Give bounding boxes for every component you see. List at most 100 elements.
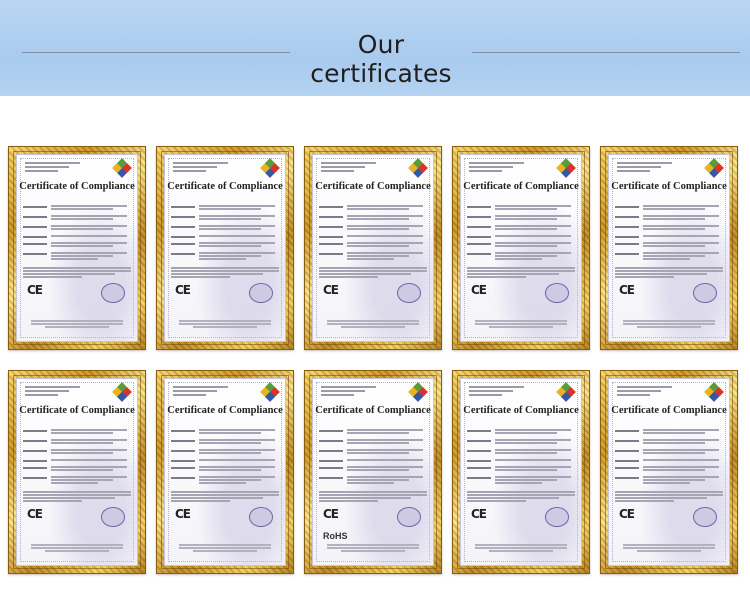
certificate-image[interactable]: Certificate of Compliance CE: [8, 370, 146, 574]
certificate-title: Certificate of Compliance: [315, 405, 431, 416]
certificate-title: Certificate of Compliance: [167, 405, 283, 416]
seal-stamp-icon: [545, 507, 569, 527]
certificate-image[interactable]: Certificate of Compliance CE: [304, 146, 442, 350]
certificate-footer: [327, 320, 419, 329]
issuer-header: [617, 162, 672, 174]
certificate-field: [615, 242, 723, 248]
certificate-field: [171, 466, 279, 472]
certification-logo-icon: [408, 382, 428, 402]
certificate-image[interactable]: Certificate of Compliance CE: [452, 146, 590, 350]
certificate-field: [171, 476, 279, 485]
certificate-footer: [623, 320, 715, 329]
certificate-footer: [623, 544, 715, 553]
certificate-fields: [615, 205, 723, 265]
issuer-header: [617, 386, 672, 398]
certificate-image[interactable]: Certificate of Compliance CE: [600, 370, 738, 574]
certificate-field: [319, 439, 427, 445]
certificate-field: [171, 215, 279, 221]
certificate-statement: [319, 491, 427, 503]
certificate-footer: [31, 320, 123, 329]
certificate-image[interactable]: Certificate of Compliance CE: [452, 370, 590, 574]
certificate-field: [23, 466, 131, 472]
certificate-fields: [171, 205, 279, 265]
certificate-image[interactable]: Certificate of Compliance CE: [156, 146, 294, 350]
certificate-footer: [179, 544, 271, 553]
certification-logo-icon: [408, 158, 428, 178]
certificate-statement: [467, 267, 575, 279]
certification-logo-icon: [112, 158, 132, 178]
seal-stamp-icon: [101, 283, 125, 303]
certificate-field: [171, 429, 279, 435]
certification-logo-icon: [112, 382, 132, 402]
certificate-field: [23, 449, 131, 455]
ce-mark: CE: [27, 283, 43, 297]
issuer-header: [469, 162, 524, 174]
certificate-field: [615, 225, 723, 231]
certificate-field: [615, 476, 723, 485]
issuer-header: [173, 386, 228, 398]
certificate-field: [615, 449, 723, 455]
certificate-field: [23, 429, 131, 435]
certificate-field: [615, 466, 723, 472]
seal-stamp-icon: [693, 507, 717, 527]
certificate-field: [467, 439, 575, 445]
certificate-image[interactable]: Certificate of Compliance CE: [156, 370, 294, 574]
seal-stamp-icon: [397, 283, 421, 303]
certificate-field: [23, 252, 131, 261]
rohs-mark: RoHS: [323, 531, 348, 541]
certificate-field: [467, 205, 575, 211]
certificate-statement: [467, 491, 575, 503]
certificate-field: [319, 449, 427, 455]
certificate-statement: [615, 267, 723, 279]
certificate-image[interactable]: Certificate of Compliance CE: [8, 146, 146, 350]
certificate-paper: Certificate of Compliance CE RoHS: [312, 378, 434, 566]
certificate-footer: [327, 544, 419, 553]
certificate-image[interactable]: Certificate of Compliance CE RoHS: [304, 370, 442, 574]
certificate-paper: Certificate of Compliance CE: [608, 154, 730, 342]
certificate-field: [615, 429, 723, 435]
certificate-title: Certificate of Compliance: [463, 181, 579, 192]
certificate-fields: [171, 429, 279, 489]
certification-logo-icon: [704, 158, 724, 178]
certificate-field: [171, 252, 279, 261]
certificate-footer: [179, 320, 271, 329]
certificate-paper: Certificate of Compliance CE: [16, 378, 138, 566]
ce-mark: CE: [175, 283, 191, 297]
certificate-fields: [319, 205, 427, 265]
certificate-statement: [171, 491, 279, 503]
seal-stamp-icon: [249, 507, 273, 527]
certificate-field: [467, 225, 575, 231]
certificate-image[interactable]: Certificate of Compliance CE: [600, 146, 738, 350]
certificate-field: [615, 205, 723, 211]
issuer-header: [321, 162, 376, 174]
certificate-field: [23, 476, 131, 485]
certificate-field: [319, 429, 427, 435]
certificate-field: [467, 449, 575, 455]
certificate-paper: Certificate of Compliance CE: [164, 154, 286, 342]
certificate-title: Certificate of Compliance: [167, 181, 283, 192]
certificate-field: [467, 215, 575, 221]
issuer-header: [469, 386, 524, 398]
certificate-fields: [23, 205, 131, 265]
certification-logo-icon: [260, 158, 280, 178]
certificate-field: [23, 225, 131, 231]
certificate-title: Certificate of Compliance: [315, 181, 431, 192]
certificate-field: [319, 252, 427, 261]
certificate-field: [467, 476, 575, 485]
ce-mark: CE: [323, 283, 339, 297]
certificate-field: [171, 242, 279, 248]
issuer-header: [25, 162, 80, 174]
seal-stamp-icon: [397, 507, 421, 527]
certificate-field: [171, 205, 279, 211]
certificate-paper: Certificate of Compliance CE: [312, 154, 434, 342]
certificate-title: Certificate of Compliance: [611, 405, 727, 416]
certificate-field: [467, 466, 575, 472]
certificate-paper: Certificate of Compliance CE: [460, 154, 582, 342]
issuer-header: [173, 162, 228, 174]
certificate-paper: Certificate of Compliance CE: [16, 154, 138, 342]
certificate-field: [319, 242, 427, 248]
certificate-statement: [171, 267, 279, 279]
certification-logo-icon: [704, 382, 724, 402]
certificate-field: [319, 205, 427, 211]
certificate-fields: [615, 429, 723, 489]
